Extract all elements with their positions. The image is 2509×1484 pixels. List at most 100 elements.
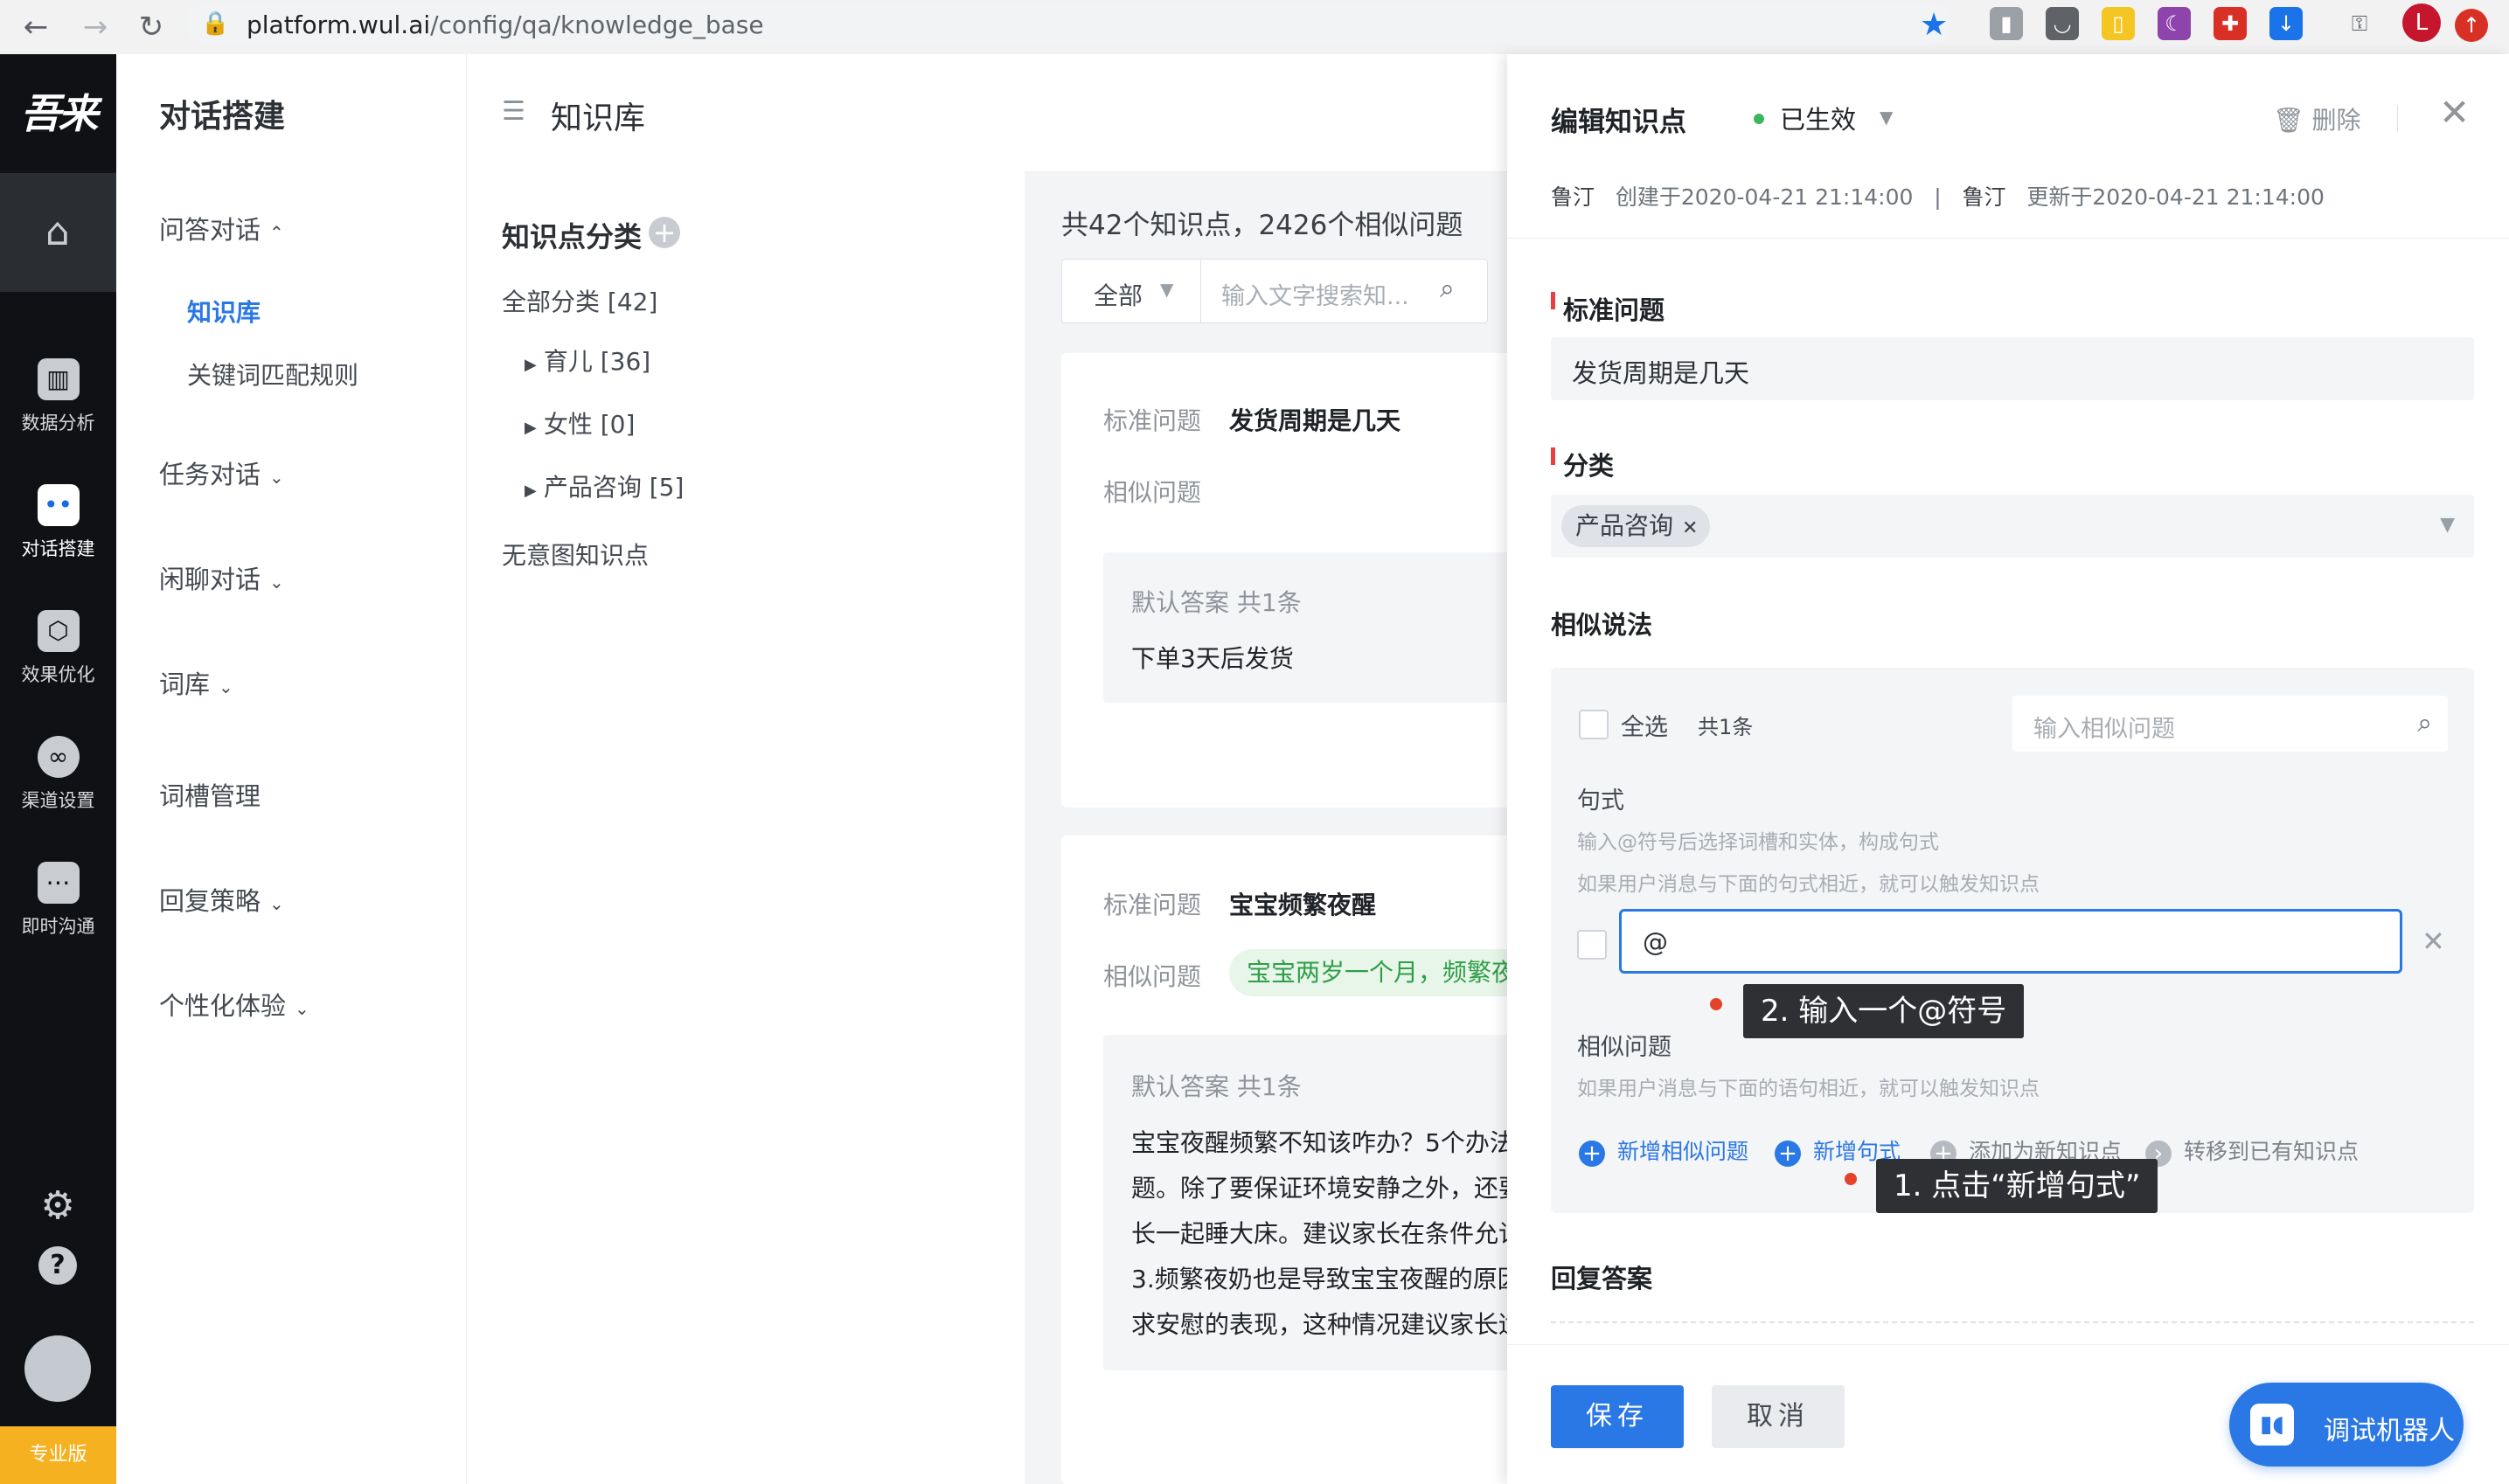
logo: 吾来 [0,54,116,173]
updater-name: 鲁汀 [1962,184,2006,210]
drawer-divider [1507,238,2509,239]
category-item[interactable]: ▶ 产品咨询 [5] [525,468,684,503]
answer-line: 3.频繁夜奶也是导致宝宝夜醒的原因 [1131,1265,1522,1293]
category-title: 知识点分类 [502,220,643,253]
category-field-label: 分类 [1551,446,1614,482]
plus-circle-icon: + [1579,1141,1605,1167]
user-avatar[interactable] [24,1335,91,1402]
rail-item-chat[interactable]: ⋯ 即时沟通 [0,862,116,939]
similar-question-title: 相似问题 [1577,1034,1672,1061]
address-bar[interactable]: 🔒 platform.wul.ai/config/qa/knowledge_ba… [185,3,1951,44]
knowledge-summary: 共42个知识点，2426个相似问题 [1061,210,1463,241]
similar-phrases-label: 相似说法 [1551,610,1653,640]
sidebar-group-label: 任务对话 [159,460,261,489]
step-marker [1710,998,1722,1010]
category-select[interactable]: 产品咨询 ✕ ▼ [1551,495,2474,558]
extension-icon[interactable]: ▮ [1990,7,2023,40]
filter-divider [1200,260,1201,322]
search-icon[interactable]: ⌕ [1440,274,1455,304]
close-icon[interactable]: ✕ [2439,91,2470,134]
save-button[interactable]: 保存 [1551,1385,1684,1448]
sidebar-group-reply-strategy[interactable]: 回复策略 ⌄ [159,881,284,918]
chevron-down-icon: ⌄ [295,998,309,1019]
red-extension-icon[interactable]: ✚ [2214,7,2247,40]
profile-avatar[interactable]: L [2402,3,2441,42]
move-to-knowledge-button[interactable]: › 转移到已有知识点 [2145,1134,2359,1167]
add-category-icon[interactable]: + [649,217,680,248]
channel-icon: ∞ [37,736,80,778]
key-icon[interactable]: ⚿ [2343,7,2376,40]
similar-search-input[interactable]: 输入相似问题 [2033,710,2175,744]
reply-answer-area[interactable] [1551,1321,2474,1341]
rail-item-channels[interactable]: ∞ 渠道设置 [0,736,116,813]
answer-line: 长一起睡大床。建议家长在条件允许 [1131,1219,1524,1248]
back-icon[interactable]: ← [14,5,58,49]
delete-button[interactable]: 🗑 删除 [2273,101,2360,136]
category-no-intent[interactable]: 无意图知识点 [502,537,649,572]
menu-toggle-icon[interactable]: ☰ [502,96,525,127]
doc-extension-icon[interactable]: ▯ [2102,7,2135,40]
rail-item-optimize[interactable]: ⬡ 效果优化 [0,610,116,687]
pattern-value: @ [1643,927,1668,957]
sidebar-group-qa[interactable]: 问答对话 ⌃ [159,210,284,246]
add-similar-question-button[interactable]: + 新增相似问题 [1579,1134,1748,1167]
category-all[interactable]: 全部分类 [42] [502,283,657,318]
category-item[interactable]: ▶ 育儿 [36] [525,343,650,378]
search-icon[interactable]: ⌕ [2417,708,2432,739]
sidebar-group-task[interactable]: 任务对话 ⌄ [159,454,284,491]
header-divider [2397,105,2398,131]
sidebar-group-label: 问答对话 [159,215,261,245]
required-mark [1551,292,1555,309]
status-dot [1754,114,1764,124]
sidebar-group-label: 词库 [159,669,211,699]
meta-info: 鲁汀 创建于2020-04-21 21:14:00 | 鲁汀 更新于2020-0… [1551,180,2325,212]
select-all-checkbox[interactable] [1579,710,1609,739]
caret-down-icon[interactable]: ▼ [1880,107,1893,128]
phrase-count: 共1条 [1698,715,1754,739]
chart-icon: ▥ [37,358,80,400]
download-extension-icon[interactable]: ↓ [2269,7,2303,40]
sidebar-group-chitchat[interactable]: 闲聊对话 ⌄ [159,559,284,596]
pattern-checkbox[interactable] [1577,930,1607,960]
pocket-icon[interactable]: ◡ [2046,7,2079,40]
gear-icon[interactable]: ⚙ [33,1182,82,1231]
tooltip-step-1: 1. 点击“新增句式” [1876,1159,2158,1213]
caret-down-icon: ▼ [2440,514,2455,536]
list-search-input[interactable]: 输入文字搜索知... [1221,277,1409,311]
field-label: 标准问题 [1563,295,1665,325]
chevron-up-icon: ⌃ [269,222,284,243]
sidebar-group-lexicon[interactable]: 词库 ⌄ [159,664,233,701]
sidebar-group-personalization[interactable]: 个性化体验 ⌄ [159,986,309,1023]
question-icon[interactable]: ? [38,1246,77,1285]
caret-right-icon: ▶ [525,356,537,374]
debug-robot-button[interactable]: ▮◖ 调试机器人 [2229,1383,2464,1467]
list-filter: 全部 ▼ 输入文字搜索知... ⌕ [1061,259,1488,323]
moon-extension-icon[interactable]: ☾ [2158,7,2191,40]
select-all-label: 全选 [1621,714,1668,741]
default-answer-box [1103,552,1514,703]
remove-pattern-icon[interactable]: ✕ [2422,925,2445,958]
home-button[interactable]: ⌂ [0,173,116,292]
chevron-down-icon: ⌄ [269,572,284,593]
std-question-input[interactable]: 发货周期是几天 [1551,337,2474,400]
sidebar-item-keyword-rules[interactable]: 关键词匹配规则 [187,357,358,392]
main-nav-rail: 吾来 ⌂ ▥ 数据分析 •• 对话搭建 ⬡ 效果优化 ∞ 渠道设置 ⋯ 即时沟通… [0,54,116,1484]
chat-icon: ⋯ [37,862,80,904]
pattern-input[interactable]: @ [1619,909,2402,974]
filter-select[interactable]: 全部 [1094,277,1143,312]
reload-icon[interactable]: ↻ [129,5,173,49]
std-question-value: 发货周期是几天 [1572,358,1750,388]
status-select[interactable]: 已生效 [1780,100,1856,136]
category-label: 育儿 [36] [543,347,651,376]
cancel-button[interactable]: 取消 [1712,1385,1845,1448]
similar-search[interactable]: 输入相似问题 ⌕ [2012,696,2448,752]
remove-chip-icon[interactable]: ✕ [1682,517,1698,539]
bookmark-star-icon[interactable]: ★ [1920,7,1948,43]
sidebar-item-knowledge-base[interactable]: 知识库 [187,294,261,329]
rail-item-dialog-build[interactable]: •• 对话搭建 [0,484,116,561]
sidebar-group-slots[interactable]: 词槽管理 [159,776,261,813]
category-item[interactable]: ▶ 女性 [0] [525,406,635,440]
rail-item-analytics[interactable]: ▥ 数据分析 [0,358,116,435]
update-icon[interactable]: ↑ [2455,9,2488,42]
forward-icon[interactable]: → [73,5,117,49]
